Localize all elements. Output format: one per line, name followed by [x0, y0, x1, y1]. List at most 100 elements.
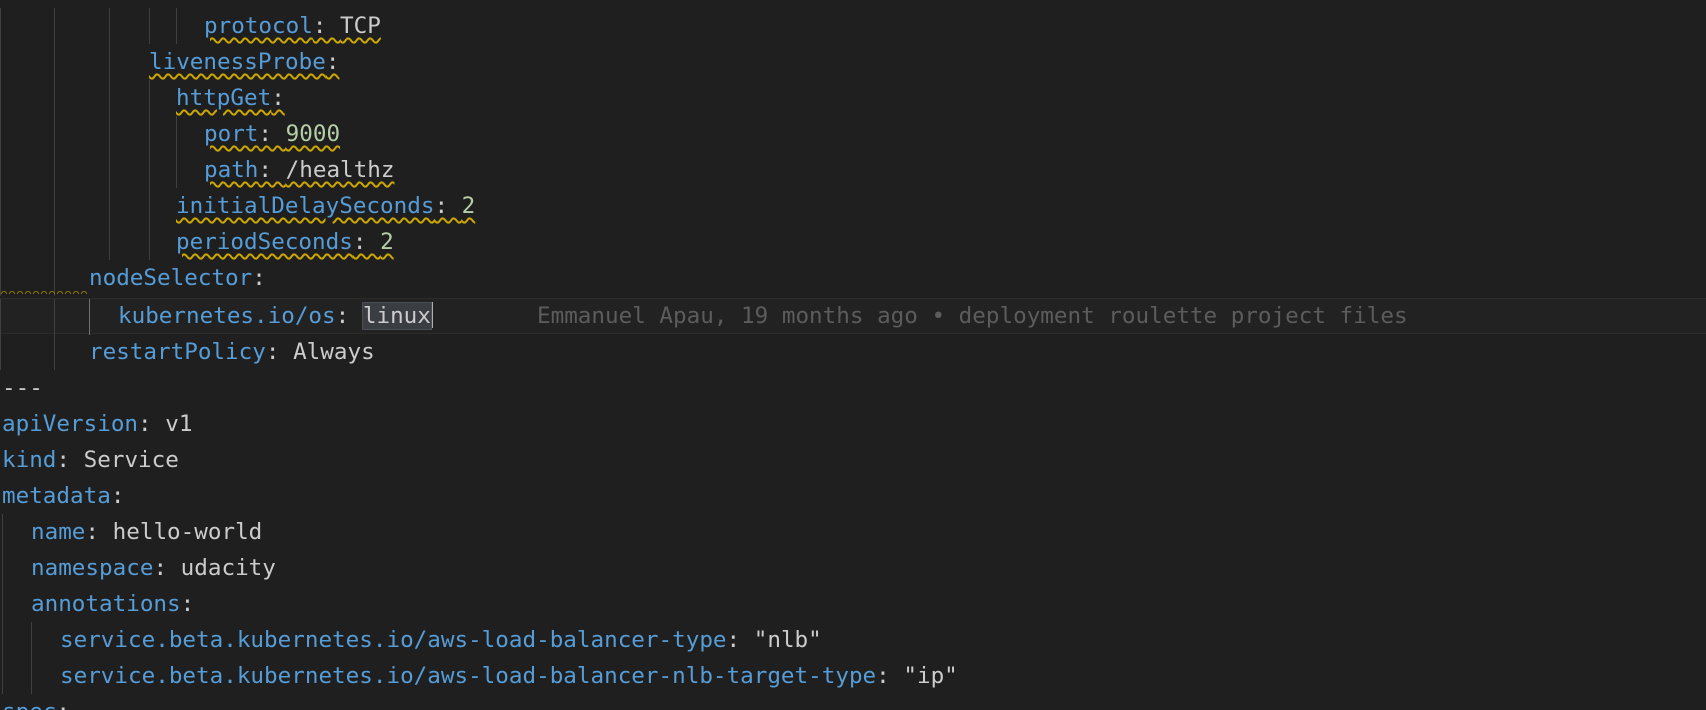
- code-line[interactable]: ---: [0, 370, 1706, 406]
- yaml-key: service.beta.kubernetes.io/aws-load-bala…: [60, 663, 877, 689]
- indent-guide: [2, 550, 3, 586]
- indent-guide: [109, 8, 110, 44]
- indent-guide: [54, 116, 55, 152]
- indent-guide: [0, 188, 1, 224]
- indent-guide: [109, 152, 110, 188]
- yaml-key: restartPolicy: [89, 339, 266, 365]
- indent-guide: [54, 224, 55, 260]
- code-line[interactable]: service.beta.kubernetes.io/aws-load-bala…: [0, 622, 1706, 658]
- yaml-separator: :: [726, 627, 754, 653]
- yaml-separator: :: [876, 663, 904, 689]
- yaml-key: name: [31, 519, 86, 545]
- indent-guide: [0, 8, 1, 44]
- yaml-separator: :: [138, 411, 166, 437]
- indent-guide: [149, 224, 150, 260]
- indent-guide: [176, 152, 177, 188]
- indent-guide: [31, 658, 32, 694]
- code-line[interactable]: periodSeconds: 2: [0, 224, 1706, 260]
- yaml-value: Always: [293, 339, 375, 365]
- yaml-key: namespace: [31, 555, 154, 581]
- yaml-key: apiVersion: [2, 411, 139, 437]
- yaml-key: initialDelaySeconds: [176, 193, 435, 219]
- indent-guide: [54, 8, 55, 44]
- yaml-key: spec: [2, 699, 56, 710]
- yaml-separator: :: [85, 519, 113, 545]
- yaml-separator: :: [335, 303, 363, 329]
- code-line[interactable]: path: /healthz: [0, 152, 1706, 188]
- yaml-separator: :: [312, 13, 341, 39]
- indent-guide: [0, 152, 1, 188]
- indent-guide: [54, 44, 55, 80]
- code-line[interactable]: nodeSelector:: [0, 260, 1706, 296]
- code-line[interactable]: name: hello-world: [0, 514, 1706, 550]
- yaml-value: 9000: [285, 121, 341, 147]
- yaml-separator: :: [434, 193, 462, 219]
- code-line[interactable]: livenessProbe:: [0, 44, 1706, 80]
- yaml-separator: :: [56, 447, 84, 473]
- document-separator: ---: [2, 375, 43, 401]
- yaml-key: annotations: [31, 591, 181, 617]
- indent-guide: [54, 299, 55, 335]
- yaml-separator: :: [252, 265, 266, 291]
- indent-guide: [176, 116, 177, 152]
- indent-guide: [176, 8, 177, 44]
- yaml-key: nodeSelector: [89, 265, 253, 291]
- indent-guide: [54, 334, 55, 370]
- highlighted-word: linux: [361, 302, 432, 330]
- yaml-value: udacity: [180, 555, 276, 581]
- indent-guide: [0, 44, 1, 80]
- yaml-value: /healthz: [285, 157, 395, 183]
- code-line[interactable]: protocol: TCP: [0, 8, 1706, 44]
- indent-guide: [2, 658, 3, 694]
- yaml-key: httpGet: [176, 85, 272, 111]
- indent-guide: [109, 116, 110, 152]
- indent-guide: [109, 224, 110, 260]
- yaml-separator: :: [153, 555, 181, 581]
- yaml-value: 2: [461, 193, 476, 219]
- yaml-key: livenessProbe: [149, 49, 326, 75]
- indent-guide: [149, 188, 150, 224]
- yaml-separator: :: [110, 483, 125, 509]
- yaml-key: kubernetes.io/os: [118, 303, 336, 329]
- indent-guide: [31, 622, 32, 658]
- code-line[interactable]: namespace: udacity: [0, 550, 1706, 586]
- text-cursor: [430, 302, 433, 328]
- yaml-separator: :: [258, 157, 286, 183]
- yaml-key: metadata: [2, 483, 111, 509]
- indent-guide: [109, 188, 110, 224]
- code-editor[interactable]: protocol: TCP livenessProbe: httpGet: po…: [0, 0, 1706, 710]
- indent-guide: [0, 116, 1, 152]
- warning-squiggle: [0, 290, 88, 294]
- indent-guide: [54, 188, 55, 224]
- yaml-separator: :: [271, 85, 285, 111]
- yaml-value: 2: [380, 229, 394, 255]
- yaml-separator: :: [180, 591, 195, 617]
- yaml-separator: :: [258, 121, 286, 147]
- indent-guide: [0, 334, 1, 370]
- indent-guide: [54, 152, 55, 188]
- code-line[interactable]: kind: Service: [0, 442, 1706, 478]
- yaml-key: periodSeconds: [176, 229, 353, 255]
- yaml-key: service.beta.kubernetes.io/aws-load-bala…: [60, 627, 727, 653]
- yaml-value: hello-world: [112, 519, 263, 545]
- code-line[interactable]: restartPolicy: Always: [0, 334, 1706, 370]
- yaml-value: TCP: [340, 13, 381, 39]
- indent-guide: [0, 224, 1, 260]
- indent-guide: [149, 116, 150, 152]
- indent-guide: [0, 80, 1, 116]
- code-line[interactable]: service.beta.kubernetes.io/aws-load-bala…: [0, 658, 1706, 694]
- yaml-key: protocol: [204, 13, 313, 39]
- yaml-separator: :: [352, 229, 381, 255]
- yaml-value: "ip": [903, 663, 958, 689]
- code-line[interactable]: initialDelaySeconds: 2: [0, 188, 1706, 224]
- code-line[interactable]: metadata:: [0, 478, 1706, 514]
- current-code-line[interactable]: kubernetes.io/os: linux Emmanuel Apau, 1…: [0, 298, 1706, 335]
- code-line[interactable]: apiVersion: v1: [0, 406, 1706, 442]
- code-line[interactable]: httpGet:: [0, 80, 1706, 116]
- code-line[interactable]: port: 9000: [0, 116, 1706, 152]
- indent-guide: [2, 586, 3, 622]
- code-line[interactable]: spec:: [0, 694, 1706, 710]
- code-line[interactable]: annotations:: [0, 586, 1706, 622]
- yaml-key: path: [204, 157, 259, 183]
- indent-guide: [149, 80, 150, 116]
